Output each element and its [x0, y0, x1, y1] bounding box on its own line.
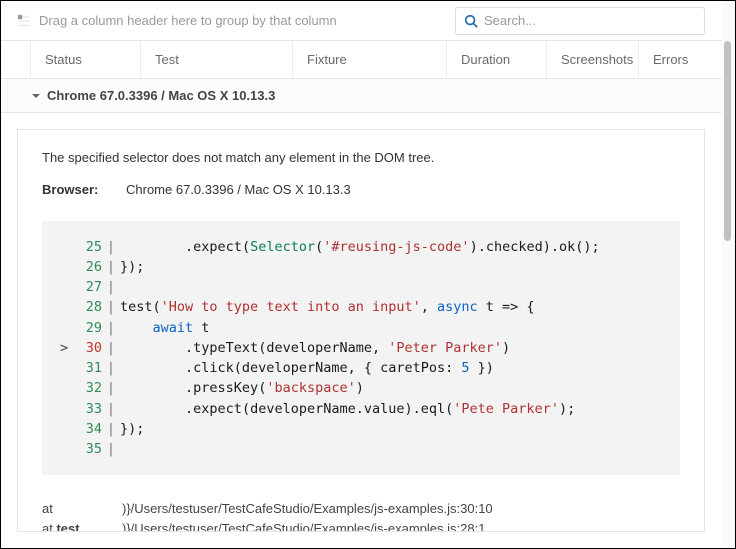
- group-row-label: Chrome 67.0.3396 / Mac OS X 10.13.3: [47, 88, 275, 103]
- chevron-down-icon: [31, 91, 41, 101]
- group-row[interactable]: Chrome 67.0.3396 / Mac OS X 10.13.3: [1, 79, 721, 113]
- search-box[interactable]: [455, 7, 705, 35]
- code-line: 27|: [60, 277, 662, 297]
- group-icon: [17, 14, 31, 28]
- code-line: 33| .expect(developerName.value).eql('Pe…: [60, 399, 662, 419]
- error-message: The specified selector does not match an…: [42, 148, 680, 168]
- browser-value: Chrome 67.0.3396 / Mac OS X 10.13.3: [126, 182, 351, 197]
- stack-row: at test)}/Users/testuser/TestCafeStudio/…: [42, 519, 680, 532]
- error-detail-panel: The specified selector does not match an…: [17, 129, 705, 532]
- column-headers: Status Test Fixture Duration Screenshots…: [1, 41, 721, 79]
- col-test[interactable]: Test: [141, 41, 293, 78]
- code-line: 32| .pressKey('backspace'): [60, 378, 662, 398]
- code-line: 35|: [60, 439, 662, 459]
- col-fixture[interactable]: Fixture: [293, 41, 447, 78]
- stack-row: at)}/Users/testuser/TestCafeStudio/Examp…: [42, 499, 680, 519]
- col-screenshots[interactable]: Screenshots: [547, 41, 639, 78]
- code-line: 28|test('How to type text into an input'…: [60, 297, 662, 317]
- col-expand: [1, 41, 31, 78]
- search-input[interactable]: [484, 13, 696, 28]
- col-status[interactable]: Status: [31, 41, 141, 78]
- code-line: 29| await t: [60, 318, 662, 338]
- col-duration[interactable]: Duration: [447, 41, 547, 78]
- code-line: 31| .click(developerName, { caretPos: 5 …: [60, 358, 662, 378]
- code-line: 25| .expect(Selector('#reusing-js-code')…: [60, 237, 662, 257]
- scroll-thumb[interactable]: [724, 41, 731, 241]
- browser-label: Browser:: [42, 182, 126, 197]
- code-snippet: 25| .expect(Selector('#reusing-js-code')…: [42, 221, 680, 476]
- group-by-dropzone[interactable]: Drag a column header here to group by th…: [1, 13, 455, 28]
- search-icon: [464, 14, 478, 28]
- code-line: 34|});: [60, 419, 662, 439]
- col-errors[interactable]: Errors: [639, 41, 721, 78]
- vertical-scrollbar[interactable]: [721, 1, 735, 548]
- code-line: 26|});: [60, 257, 662, 277]
- stack-trace: at)}/Users/testuser/TestCafeStudio/Examp…: [42, 499, 680, 532]
- group-hint-text: Drag a column header here to group by th…: [39, 13, 337, 28]
- code-line: >30| .typeText(developerName, 'Peter Par…: [60, 338, 662, 358]
